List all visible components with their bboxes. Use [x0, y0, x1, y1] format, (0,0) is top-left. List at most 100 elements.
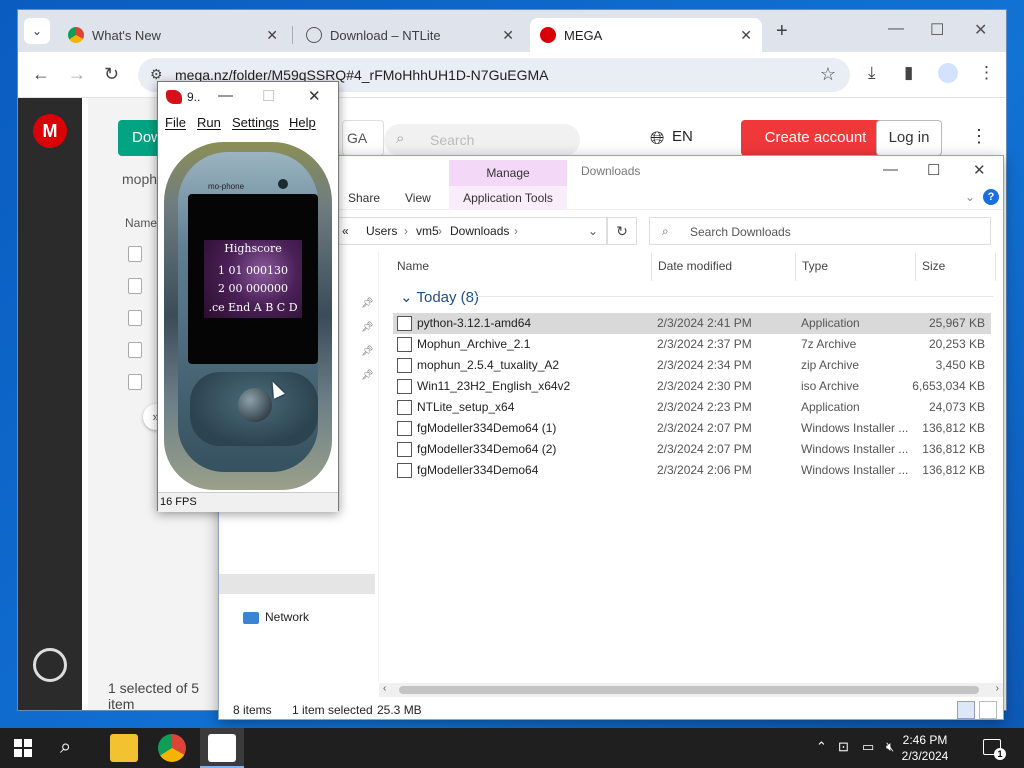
side-panel-icon[interactable]: ▮ [904, 63, 913, 83]
kebab-menu-icon[interactable]: ⋮ [978, 63, 995, 83]
refresh-icon[interactable]: ↻ [607, 217, 637, 245]
phone-screen[interactable]: Highscore 1 01 000130 2 00 000000 .ce En… [188, 194, 318, 364]
file-row[interactable]: NTLite_setup_x64 2/3/2024 2:23 PM Applicat… [393, 397, 991, 418]
breadcrumb-downloads[interactable]: Downloads [450, 224, 509, 238]
scrollbar-thumb[interactable] [399, 686, 979, 694]
maximize-icon[interactable]: ☐ [262, 87, 275, 105]
nav-item-network[interactable]: Network [243, 610, 309, 624]
more-menu-icon[interactable]: ⋮ [970, 126, 988, 147]
network-icon[interactable]: ▭ [862, 739, 874, 755]
column-separator[interactable] [995, 253, 996, 281]
help-icon[interactable]: ? [983, 189, 999, 205]
profile-avatar-icon[interactable] [938, 63, 958, 83]
dropdown-chevron-icon[interactable]: ⌄ [588, 224, 598, 238]
file-explorer-taskbar-icon[interactable] [110, 734, 138, 762]
address-bar[interactable]: « Users › vm5 › Downloads › ⌄ [337, 217, 607, 245]
login-button[interactable]: Log in [876, 120, 942, 156]
game-screen[interactable]: Highscore 1 01 000130 2 00 000000 .ce En… [204, 240, 302, 318]
breadcrumb-vm5[interactable]: vm5 [416, 224, 439, 238]
column-name[interactable]: Name [125, 216, 157, 230]
group-header-today[interactable]: ⌄ Today (8) [400, 288, 479, 306]
menu-run[interactable]: Run [197, 115, 221, 130]
file-row[interactable]: Win11_23H2_English_x64v2 2/3/2024 2:30 PM… [393, 376, 991, 397]
column-header-date[interactable]: Date modified [658, 259, 732, 273]
tab-mega[interactable]: MEGA ✕ [530, 18, 762, 52]
tab-search-button[interactable]: ⌄ [24, 18, 50, 44]
volume-muted-icon[interactable]: 🔇︎ [886, 739, 894, 755]
details-view-icon[interactable] [957, 701, 975, 719]
menu-file[interactable]: File [165, 115, 186, 130]
notification-icon[interactable]: 1 [983, 739, 1006, 760]
chevron-up-icon[interactable]: ⌃ [816, 739, 827, 755]
download-icon[interactable]: ⤓ [868, 63, 876, 83]
pin-icon[interactable]: 📌︎ [361, 346, 374, 357]
maximize-icon[interactable]: ☐ [930, 20, 944, 40]
minimize-icon[interactable]: — [883, 161, 898, 178]
search-icon[interactable]: ⌕ [60, 736, 71, 759]
phone-keypad[interactable] [190, 372, 318, 446]
mega-search-input[interactable]: ⌕ Search [384, 124, 580, 156]
globe-icon[interactable]: 🌐︎ [650, 128, 664, 149]
pin-icon[interactable]: 📌︎ [361, 370, 374, 381]
scroll-right-icon[interactable]: › [996, 683, 999, 694]
minimize-icon[interactable]: — [218, 87, 233, 104]
column-header-size[interactable]: Size [922, 259, 945, 273]
windows-start-icon[interactable] [14, 739, 32, 757]
tab-manage[interactable]: Manage [449, 160, 567, 186]
column-separator[interactable] [915, 253, 916, 281]
sync-icon[interactable] [33, 648, 67, 682]
bookmark-star-icon[interactable]: ☆ [820, 64, 836, 85]
close-icon[interactable]: ✕ [740, 27, 752, 44]
pin-icon[interactable]: 📌︎ [361, 298, 374, 309]
system-clock[interactable]: 2:46 PM 2/3/2024 [895, 732, 955, 764]
close-window-icon[interactable]: ✕ [308, 87, 321, 105]
reload-icon[interactable]: ↻ [104, 64, 119, 85]
file-icon[interactable] [128, 278, 142, 294]
forward-arrow-icon[interactable]: → [68, 64, 86, 85]
language-selector[interactable]: EN [672, 128, 693, 145]
breadcrumb-overflow[interactable]: « [342, 224, 349, 238]
file-row[interactable]: fgModeller334Demo64 (1) 2/3/2024 2:07 PM W… [393, 418, 991, 439]
close-window-icon[interactable]: ✕ [973, 161, 986, 179]
mophun-taskbar-icon[interactable] [208, 734, 236, 762]
security-icon[interactable]: ⊡ [838, 739, 849, 755]
create-account-button[interactable]: Create account [741, 120, 890, 156]
ribbon-tab-view[interactable]: View [405, 191, 431, 205]
file-icon[interactable] [128, 374, 142, 390]
pin-icon[interactable]: 📌︎ [361, 322, 374, 333]
ribbon-tab-application-tools[interactable]: Application Tools [449, 186, 567, 210]
large-icons-view-icon[interactable] [979, 701, 997, 719]
nav-selected-item[interactable] [219, 574, 375, 594]
file-icon[interactable] [128, 342, 142, 358]
chevron-right-icon[interactable]: › [438, 224, 442, 238]
column-separator[interactable] [651, 253, 652, 281]
column-separator[interactable] [795, 253, 796, 281]
column-header-type[interactable]: Type [802, 259, 828, 273]
tab-whats-new[interactable]: What's New ✕ [58, 18, 288, 52]
chrome-taskbar-icon[interactable] [158, 734, 186, 762]
close-window-icon[interactable]: ✕ [974, 20, 987, 40]
file-row[interactable]: mophun_2.5.4_tuxality_A2 2/3/2024 2:34 PM… [393, 355, 991, 376]
emulator-display[interactable]: mo-phone Highscore 1 01 000130 2 00 0000… [158, 134, 338, 492]
tab-ntlite[interactable]: Download – NTLite ✕ [296, 18, 524, 52]
close-icon[interactable]: ✕ [266, 27, 278, 44]
chevron-right-icon[interactable]: › [404, 224, 408, 238]
close-icon[interactable]: ✕ [502, 27, 514, 44]
column-header-name[interactable]: Name [397, 259, 429, 273]
scroll-left-icon[interactable]: ‹ [383, 683, 386, 694]
menu-help[interactable]: Help [289, 115, 316, 130]
menu-settings[interactable]: Settings [232, 115, 279, 130]
file-row[interactable]: Mophun_Archive_2.1 2/3/2024 2:37 PM 7z Arc… [393, 334, 991, 355]
new-tab-button[interactable]: + [776, 20, 788, 43]
search-downloads-input[interactable]: ⌕ Search Downloads [649, 217, 991, 245]
chevron-right-icon[interactable]: › [514, 224, 518, 238]
mega-logo-icon[interactable]: M [33, 114, 67, 148]
file-icon[interactable] [128, 310, 142, 326]
breadcrumb-users[interactable]: Users [366, 224, 397, 238]
horizontal-scrollbar[interactable]: ‹ › [379, 683, 1003, 697]
navigation-ball[interactable] [238, 388, 272, 422]
mega-button[interactable]: GA [342, 120, 384, 156]
file-row[interactable]: fgModeller334Demo64 2/3/2024 2:06 PM Windo… [393, 460, 991, 481]
back-arrow-icon[interactable]: ← [32, 64, 50, 85]
file-row[interactable]: python-3.12.1-amd64 2/3/2024 2:41 PM Appli… [393, 313, 991, 334]
